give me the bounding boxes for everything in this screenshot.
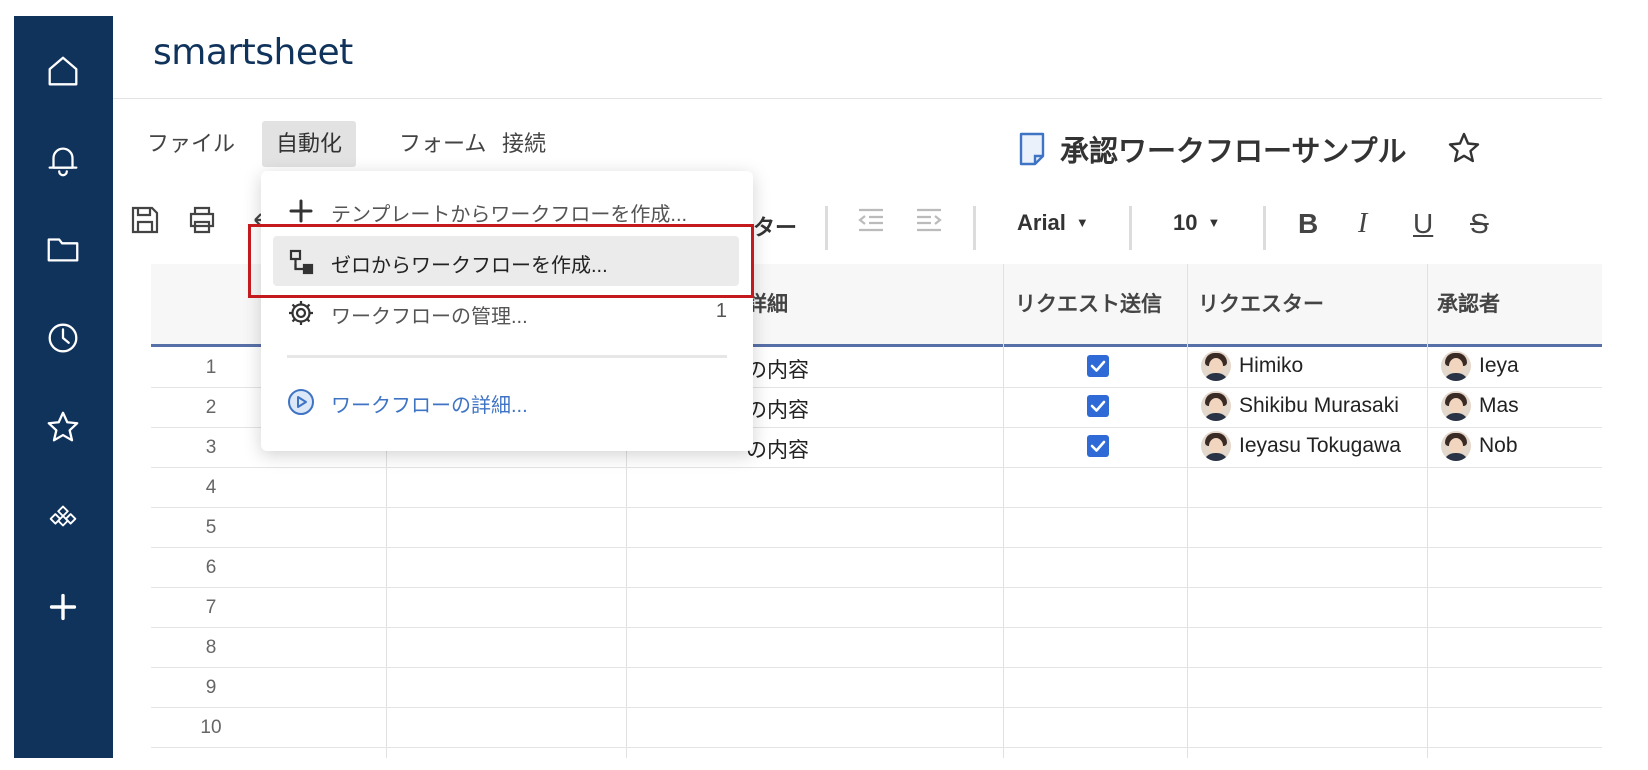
bell-icon[interactable] xyxy=(38,135,88,185)
plus-icon[interactable] xyxy=(38,582,88,632)
underline-button[interactable]: U xyxy=(1413,208,1433,240)
requester-avatar xyxy=(1201,351,1231,381)
row-number: 7 xyxy=(205,597,217,618)
row-number: 4 xyxy=(205,477,217,498)
sheet-title: 承認ワークフローサンプル xyxy=(1060,136,1407,168)
folder-icon[interactable] xyxy=(38,224,88,274)
menu-automation[interactable]: 自動化 xyxy=(262,121,357,167)
table-row[interactable]: 8 xyxy=(151,627,1602,668)
table-row[interactable]: 4 xyxy=(151,467,1602,508)
left-rail xyxy=(14,16,113,758)
details-cell[interactable]: の内容 xyxy=(746,354,809,384)
apps-icon[interactable] xyxy=(38,491,88,541)
row-number: 1 xyxy=(205,357,217,378)
requester-avatar xyxy=(1201,391,1231,421)
clock-icon[interactable] xyxy=(38,313,88,363)
table-row[interactable]: 9 xyxy=(151,667,1602,708)
menu-item-label: ワークフローの詳細... xyxy=(331,395,528,417)
bold-button[interactable]: B xyxy=(1298,208,1318,240)
plus-icon xyxy=(287,197,315,225)
approver-avatar xyxy=(1441,431,1471,461)
italic-button[interactable]: I xyxy=(1358,208,1367,240)
play-circle-icon xyxy=(287,388,315,416)
row-number: 5 xyxy=(205,517,217,538)
font-size-value: 10 xyxy=(1173,210,1198,235)
row-number: 9 xyxy=(205,677,217,698)
requester-cell[interactable]: Shikibu Murasaki xyxy=(1239,394,1399,418)
save-icon[interactable] xyxy=(129,204,161,236)
row-number: 6 xyxy=(205,557,217,578)
app-window: smartsheet ファイル 自動化 フォーム 接続 承認ワークフローサンプル… xyxy=(14,16,1602,758)
approver-avatar xyxy=(1441,351,1471,381)
details-cell[interactable]: の内容 xyxy=(746,434,809,464)
menu-file[interactable]: ファイル xyxy=(133,121,249,167)
request-sent-checkbox[interactable] xyxy=(1087,435,1109,457)
table-row[interactable]: 5 xyxy=(151,507,1602,548)
approver-cell[interactable]: Mas xyxy=(1479,394,1519,418)
row-number: 2 xyxy=(205,397,217,418)
details-cell[interactable]: の内容 xyxy=(746,394,809,424)
font-family-value: Arial xyxy=(1017,210,1066,235)
requester-cell[interactable]: Himiko xyxy=(1239,354,1303,378)
menu-item-workflow-details[interactable]: ワークフローの詳細... xyxy=(273,376,739,426)
home-icon[interactable] xyxy=(38,46,88,96)
print-icon[interactable] xyxy=(186,204,218,236)
approver-cell[interactable]: Ieya xyxy=(1479,354,1519,378)
star-icon[interactable] xyxy=(38,402,88,452)
toolbar-separator xyxy=(825,206,828,250)
menu-item-label: テンプレートからワークフローを作成... xyxy=(331,204,688,226)
approver-cell[interactable]: Nob xyxy=(1479,434,1518,458)
menu-connect[interactable]: 接続 xyxy=(488,121,560,167)
row-number: 8 xyxy=(205,637,217,658)
menu-divider xyxy=(287,355,727,358)
sheet-icon xyxy=(1019,132,1045,166)
font-size-select[interactable]: 10 ▼ xyxy=(1173,210,1220,236)
gear-icon xyxy=(287,299,315,327)
request-sent-checkbox[interactable] xyxy=(1087,395,1109,417)
toolbar-separator xyxy=(973,206,976,250)
font-family-select[interactable]: Arial ▼ xyxy=(1017,210,1089,236)
filter-label[interactable]: ター xyxy=(753,210,797,242)
favorite-star-icon[interactable] xyxy=(1446,130,1482,166)
outdent-icon[interactable] xyxy=(855,204,887,236)
row-number: 10 xyxy=(200,717,222,738)
strikethrough-button[interactable]: S xyxy=(1470,208,1489,240)
row-number: 3 xyxy=(205,437,217,458)
chevron-down-icon: ▼ xyxy=(1207,215,1221,230)
indent-icon[interactable] xyxy=(913,204,945,236)
toolbar-separator xyxy=(1129,206,1132,250)
requester-avatar xyxy=(1201,431,1231,461)
request-sent-checkbox[interactable] xyxy=(1087,355,1109,377)
column-header-approver[interactable]: 承認者 xyxy=(1437,288,1500,318)
table-row[interactable]: 6 xyxy=(151,547,1602,588)
requester-cell[interactable]: Ieyasu Tokugawa xyxy=(1239,434,1401,458)
toolbar-separator xyxy=(1263,206,1266,250)
menu-form[interactable]: フォーム xyxy=(385,121,500,167)
column-header-request-sent[interactable]: リクエスト送信 xyxy=(1015,288,1162,318)
automation-dropdown: テンプレートからワークフローを作成... ゼロからワークフローを作成... ワー… xyxy=(261,171,753,451)
menu-item-label: ワークフローの管理... xyxy=(331,306,528,328)
approver-avatar xyxy=(1441,391,1471,421)
workflow-count-badge: 1 xyxy=(715,300,727,322)
table-row[interactable]: 7 xyxy=(151,587,1602,628)
header-divider xyxy=(113,98,1602,99)
highlight-annotation-box xyxy=(248,224,754,298)
table-row[interactable]: 10 xyxy=(151,707,1602,748)
app-logo: smartsheet xyxy=(153,32,353,73)
column-header-requester[interactable]: リクエスター xyxy=(1198,288,1324,318)
chevron-down-icon: ▼ xyxy=(1075,215,1089,230)
